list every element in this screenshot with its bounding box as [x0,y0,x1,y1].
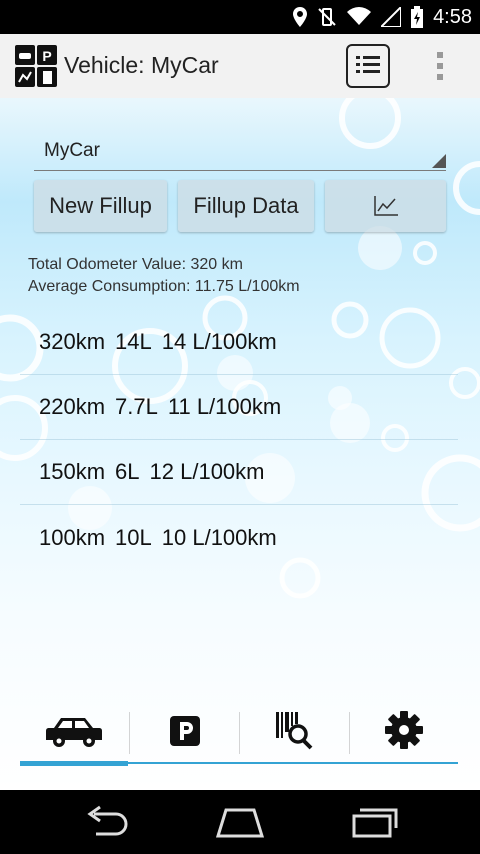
fillup-row[interactable]: 320km 14L 14 L/100km [20,310,458,375]
fillup-distance: 150km [39,459,106,484]
action-bar: P Vehicle: MyCar [0,34,480,99]
fillup-distance: 100km [39,524,106,550]
car-icon [46,718,102,747]
fillup-distance: 320km [39,329,106,354]
svg-text:P: P [42,48,51,64]
battery-icon [411,6,424,28]
chart-icon [373,196,398,216]
new-fillup-label: New Fillup [49,193,152,218]
fillup-distance: 220km [39,394,106,419]
signal-icon [381,7,402,27]
tab-parking[interactable] [130,704,238,764]
odometer-summary: Total Odometer Value: 320 km [28,256,243,273]
tab-bar-underline [20,762,458,764]
fillup-fuel: 14L [115,329,152,354]
navigation-bar [0,790,480,854]
list-button[interactable] [346,44,390,88]
fillup-fuel: 10L [115,524,152,550]
back-icon[interactable] [80,804,136,840]
main-content: MyCar New Fillup Fillup Data Total Odome… [0,98,480,790]
new-fillup-button[interactable]: New Fillup [34,180,167,232]
status-bar: 4:58 [0,0,480,34]
app-logo-icon: P [15,45,57,87]
vehicle-spinner[interactable]: MyCar [34,134,446,171]
recents-icon[interactable] [346,804,402,840]
tab-vehicle[interactable] [20,704,128,766]
tab-barcode-search[interactable] [240,704,348,764]
vehicle-spinner-value: MyCar [44,140,100,161]
fillup-data-button[interactable]: Fillup Data [178,180,314,232]
fillup-consumption: 11 L/100km [167,394,282,419]
fillup-fuel: 6L [115,459,140,484]
fillup-consumption: 10 L/100km [161,524,277,550]
fillup-row[interactable]: 100km 10L 10 L/100km [20,505,458,570]
wifi-icon [347,7,372,26]
chart-button[interactable] [325,180,446,232]
location-icon [293,7,308,27]
page-title: Vehicle: MyCar [64,52,219,78]
bottom-tab-bar [20,704,458,766]
fillup-fuel: 7.7L [115,394,158,419]
tab-settings[interactable] [350,704,458,764]
overflow-menu-icon[interactable] [432,46,448,86]
dropdown-arrow-icon [432,154,446,168]
settings-icon [385,711,423,749]
fillup-consumption: 12 L/100km [149,459,265,484]
fillup-row[interactable]: 220km 7.7L 11 L/100km [20,375,458,440]
barcode-search-icon [276,712,313,750]
list-icon [356,56,380,73]
status-time: 4:58 [433,5,472,28]
fillup-consumption: 14 L/100km [161,329,277,354]
consumption-summary: Average Consumption: 11.75 L/100km [28,278,300,295]
vibrate-off-icon [318,8,336,26]
home-icon[interactable] [212,804,268,840]
fillup-list: 320km 14L 14 L/100km 220km 7.7L 11 L/100… [20,310,458,570]
parking-icon [170,716,200,746]
fillup-data-label: Fillup Data [193,193,299,218]
fillup-row[interactable]: 150km 6L 12 L/100km [20,440,458,505]
